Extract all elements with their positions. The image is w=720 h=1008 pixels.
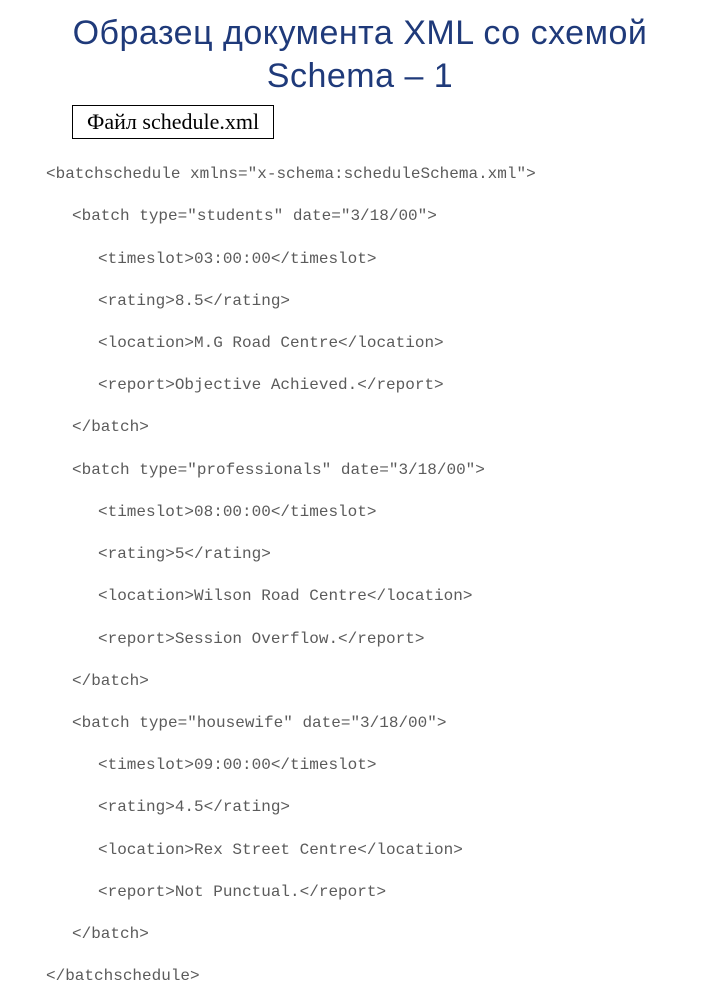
code-line: <location>Wilson Road Centre</location> (46, 586, 720, 607)
file-label-text: Файл schedule.xml (87, 109, 259, 134)
code-line: <batch type="housewife" date="3/18/00"> (46, 713, 720, 734)
code-line: </batch> (46, 924, 720, 945)
xml-code-block: <batchschedule xmlns="x-schema:scheduleS… (46, 143, 720, 1008)
code-line: <timeslot>08:00:00</timeslot> (46, 502, 720, 523)
slide-title: Образец документа XML со схемой Schema –… (0, 0, 720, 97)
code-line: <report>Session Overflow.</report> (46, 629, 720, 650)
code-line: <report>Objective Achieved.</report> (46, 375, 720, 396)
code-line: </batch> (46, 417, 720, 438)
code-line: <location>Rex Street Centre</location> (46, 840, 720, 861)
code-line: <batch type="professionals" date="3/18/0… (46, 460, 720, 481)
code-line: </batchschedule> (46, 966, 720, 987)
code-line: <rating>4.5</rating> (46, 797, 720, 818)
file-label-box: Файл schedule.xml (72, 105, 274, 139)
code-line: <report>Not Punctual.</report> (46, 882, 720, 903)
code-line: <timeslot>03:00:00</timeslot> (46, 249, 720, 270)
code-line: <rating>8.5</rating> (46, 291, 720, 312)
code-line: <batch type="students" date="3/18/00"> (46, 206, 720, 227)
code-line: <timeslot>09:00:00</timeslot> (46, 755, 720, 776)
code-line: </batch> (46, 671, 720, 692)
code-line: <batchschedule xmlns="x-schema:scheduleS… (46, 164, 720, 185)
code-line: <rating>5</rating> (46, 544, 720, 565)
code-line: <location>M.G Road Centre</location> (46, 333, 720, 354)
